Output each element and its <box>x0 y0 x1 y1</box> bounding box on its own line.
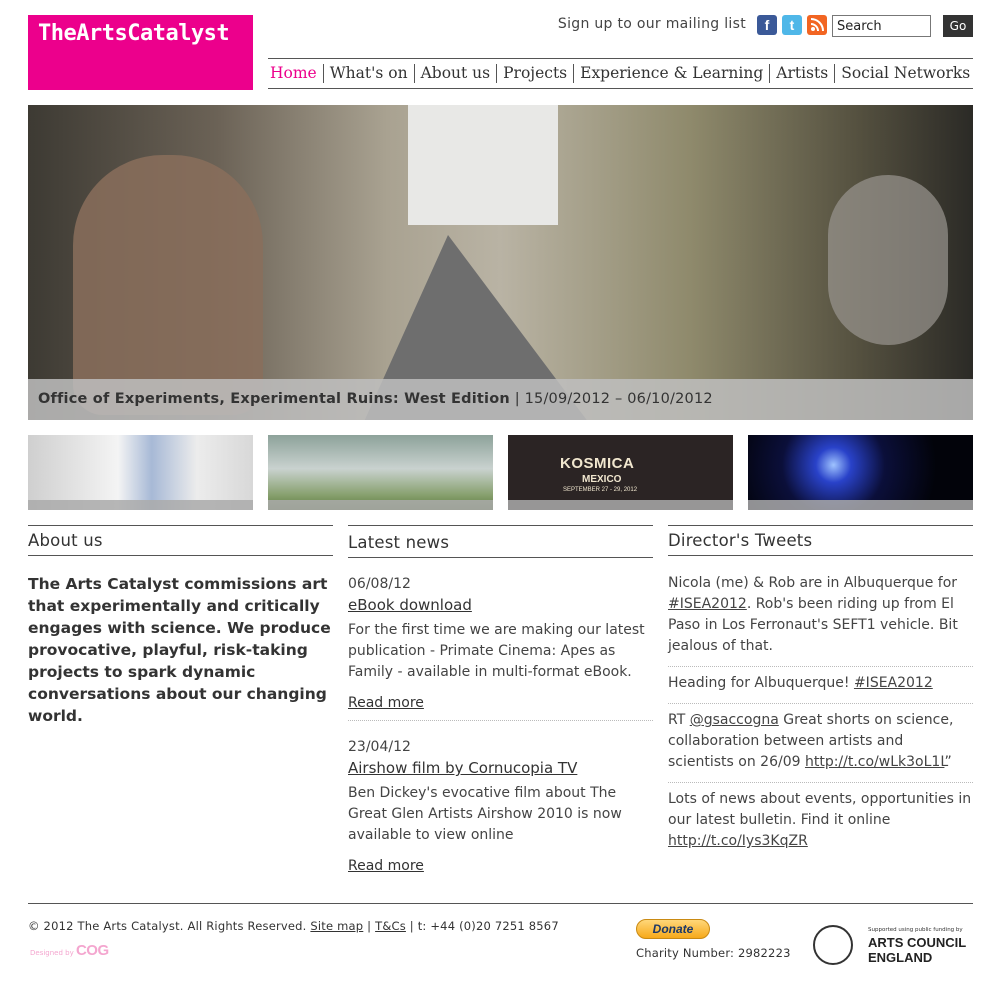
tweet: Nicola (me) & Rob are in Albuquerque for… <box>668 573 973 657</box>
sitemap-link[interactable]: Site map <box>310 919 363 933</box>
donate-button[interactable]: Donate <box>636 919 710 939</box>
hero-dates: | 15/09/2012 – 06/10/2012 <box>509 391 713 407</box>
footer-separator: | <box>363 919 376 933</box>
designed-by-text: Designed by <box>30 949 74 957</box>
news-heading: Latest news <box>348 525 653 558</box>
nav-item-experience-learning[interactable]: Experience & Learning <box>573 64 769 83</box>
tweet-divider <box>668 782 973 783</box>
kosmica-title: KOSMICA <box>560 455 635 472</box>
tweet-hashtag-link[interactable]: #ISEA2012 <box>854 675 933 691</box>
nav-item-projects[interactable]: Projects <box>496 64 573 83</box>
rss-icon[interactable] <box>807 15 827 35</box>
search-go-button[interactable]: Go <box>943 15 973 37</box>
hero-person <box>73 155 263 415</box>
tweet-divider <box>668 666 973 667</box>
tweet-text: Lots of news about events, opportunities… <box>668 791 972 828</box>
thumbnail-bar <box>508 500 733 510</box>
search-input[interactable] <box>832 15 931 37</box>
mailing-list-link[interactable]: Sign up to our mailing list <box>558 16 746 32</box>
tweet-url-link[interactable]: http://t.co/wLk3oL1L <box>805 754 944 770</box>
charity-number: Charity Number: 2982223 <box>636 946 791 960</box>
arts-council-logo[interactable]: Supported using public funding by ARTS C… <box>813 925 973 967</box>
cog-logo: COG <box>75 942 109 959</box>
logo-text: TheArtsCatalyst <box>38 21 230 46</box>
news-date: 23/04/12 <box>348 739 411 755</box>
ace-name: ARTS COUNCIL ENGLAND <box>868 935 966 965</box>
tweet: RT @gsaccogna Great shorts on science, c… <box>668 710 973 773</box>
facebook-icon[interactable]: f <box>757 15 777 35</box>
hero-caption: Office of Experiments, Experimental Ruin… <box>28 379 973 420</box>
tweet: Heading for Albuquerque! #ISEA2012 <box>668 673 973 694</box>
thumbnail-bar <box>268 500 493 510</box>
nav-item-home[interactable]: Home <box>268 64 323 83</box>
thumbnail-1[interactable] <box>28 435 253 510</box>
news-title-link[interactable]: Airshow film by Cornucopia TV <box>348 758 653 779</box>
thumbnail-bar <box>28 500 253 510</box>
news-title-link[interactable]: eBook download <box>348 595 653 616</box>
phone-text: | t: +44 (0)20 7251 8567 <box>405 919 559 933</box>
thumbnail-2[interactable] <box>268 435 493 510</box>
tweet-text: Heading for Albuquerque! <box>668 675 854 691</box>
ace-name-line-1: ARTS COUNCIL <box>868 935 967 950</box>
logo[interactable]: TheArtsCatalyst <box>28 15 253 90</box>
nav-item-artists[interactable]: Artists <box>769 64 834 83</box>
tweet-text: ” <box>944 754 952 770</box>
news-item: 23/04/12 Airshow film by Cornucopia TV B… <box>348 737 653 877</box>
twitter-icon[interactable]: t <box>782 15 802 35</box>
thumbnail-4[interactable] <box>748 435 973 510</box>
kosmica-sub: MEXICO <box>582 474 622 485</box>
nav-item-social-networks[interactable]: Social Networks <box>834 64 976 83</box>
nav-item-about-us[interactable]: About us <box>413 64 497 83</box>
news-excerpt: Ben Dickey's evocative film about The Gr… <box>348 785 622 843</box>
tweet-hashtag-link[interactable]: #ISEA2012 <box>668 596 747 612</box>
about-text: The Arts Catalyst commissions art that e… <box>28 575 331 725</box>
copyright-text: © 2012 The Arts Catalyst. All Rights Res… <box>28 919 311 933</box>
hero-image[interactable]: Office of Experiments, Experimental Ruin… <box>28 105 973 420</box>
news-date: 06/08/12 <box>348 576 411 592</box>
tweet-mention-link[interactable]: @gsaccogna <box>690 712 779 728</box>
footer-divider <box>28 903 973 904</box>
main-nav: Home What's on About us Projects Experie… <box>268 58 973 89</box>
kosmica-dates: SEPTEMBER 27 - 29, 2012 <box>563 487 638 493</box>
footer-copyright: © 2012 The Arts Catalyst. All Rights Res… <box>28 919 559 933</box>
news-divider <box>348 720 653 721</box>
hero-title[interactable]: Office of Experiments, Experimental Ruin… <box>38 391 510 407</box>
tweet-text: RT <box>668 712 690 728</box>
rss-glyph <box>810 18 824 32</box>
hero-passenger <box>828 175 948 345</box>
read-more-link[interactable]: Read more <box>348 856 653 877</box>
news-item: 06/08/12 eBook download For the first ti… <box>348 574 653 714</box>
tweet-url-link[interactable]: http://t.co/Iys3KqZR <box>668 833 808 849</box>
hero-sky <box>408 105 558 225</box>
tweet-text: Nicola (me) & Rob are in Albuquerque for <box>668 575 958 591</box>
thumbnail-kosmica[interactable]: KOSMICA MEXICO SEPTEMBER 27 - 29, 2012 <box>508 435 733 510</box>
tweets-heading: Director's Tweets <box>668 525 973 556</box>
read-more-link[interactable]: Read more <box>348 693 653 714</box>
tweet-divider <box>668 703 973 704</box>
nav-item-whats-on[interactable]: What's on <box>322 64 414 83</box>
ace-name-line-2: ENGLAND <box>868 950 933 965</box>
tweet: Lots of news about events, opportunities… <box>668 789 973 852</box>
arts-council-seal-icon <box>813 925 853 965</box>
ace-supported-text: Supported using public funding by <box>868 927 963 933</box>
thumbnail-bar <box>748 500 973 510</box>
about-heading: About us <box>28 525 333 556</box>
designer-credit[interactable]: Designed by COG <box>30 942 109 959</box>
news-excerpt: For the first time we are making our lat… <box>348 622 645 680</box>
terms-link[interactable]: T&Cs <box>375 919 406 933</box>
